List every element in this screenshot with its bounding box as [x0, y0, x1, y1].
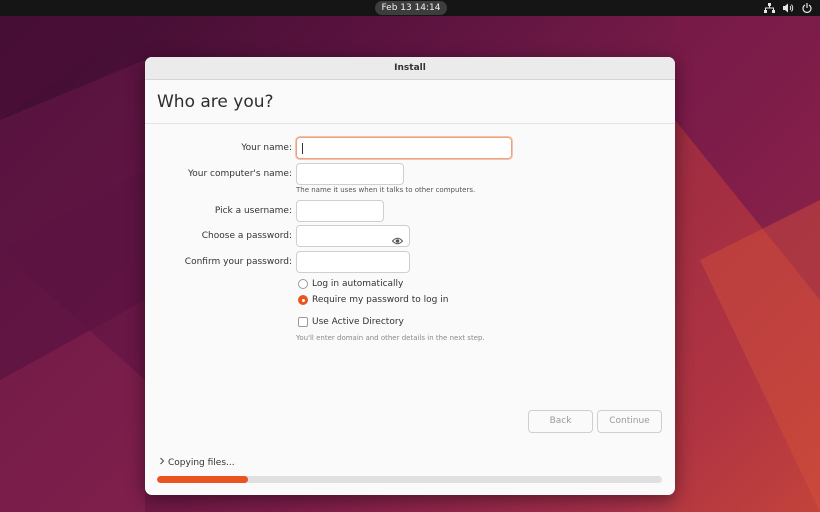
username-row: Pick a username:	[145, 200, 675, 222]
installer-window: Install Who are you? Your name: Your com…	[145, 57, 675, 495]
username-label: Pick a username:	[214, 206, 292, 216]
page-title: Who are you?	[145, 80, 675, 124]
password-input[interactable]	[296, 225, 410, 247]
confirm-password-input[interactable]	[296, 251, 410, 273]
active-directory-option[interactable]: Use Active Directory	[298, 315, 404, 329]
active-directory-label: Use Active Directory	[312, 317, 404, 327]
progress-fill	[157, 476, 248, 483]
computer-name-input[interactable]	[296, 163, 404, 185]
power-icon[interactable]	[802, 3, 812, 13]
confirm-password-label: Confirm your password:	[184, 257, 292, 267]
active-directory-checkbox[interactable]	[298, 317, 308, 327]
window-title: Install	[145, 57, 675, 80]
require-password-radio[interactable]	[298, 295, 308, 305]
volume-icon[interactable]	[783, 3, 794, 13]
auto-login-label: Log in automatically	[312, 279, 404, 289]
auto-login-option[interactable]: Log in automatically	[298, 277, 403, 291]
username-input[interactable]	[296, 200, 384, 222]
status-text: Copying files...	[168, 457, 235, 468]
text-cursor	[302, 143, 303, 154]
chevron-right-icon[interactable]	[159, 457, 165, 468]
computer-name-row: Your computer's name:	[145, 163, 675, 185]
install-progress-bar	[157, 476, 662, 483]
computer-name-hint: The name it uses when it talks to other …	[296, 186, 476, 194]
your-name-label: Your name:	[241, 143, 292, 153]
install-status[interactable]: Copying files...	[159, 457, 235, 468]
eye-icon[interactable]	[391, 231, 404, 250]
continue-button[interactable]: Continue	[597, 410, 662, 433]
top-bar: Feb 13 14:14	[0, 0, 820, 16]
confirm-password-row: Confirm your password:	[145, 251, 675, 273]
network-icon[interactable]	[764, 3, 775, 13]
auto-login-radio[interactable]	[298, 279, 308, 289]
your-name-row: Your name:	[145, 137, 675, 159]
password-label: Choose a password:	[201, 231, 292, 241]
system-tray[interactable]	[764, 2, 812, 14]
require-password-label: Require my password to log in	[312, 295, 449, 305]
require-password-option[interactable]: Require my password to log in	[298, 293, 448, 307]
active-directory-hint: You'll enter domain and other details in…	[296, 334, 485, 342]
your-name-input[interactable]	[296, 137, 512, 159]
back-button[interactable]: Back	[528, 410, 593, 433]
password-row: Choose a password:	[145, 225, 675, 247]
computer-name-label: Your computer's name:	[187, 169, 292, 179]
clock[interactable]: Feb 13 14:14	[375, 1, 447, 15]
